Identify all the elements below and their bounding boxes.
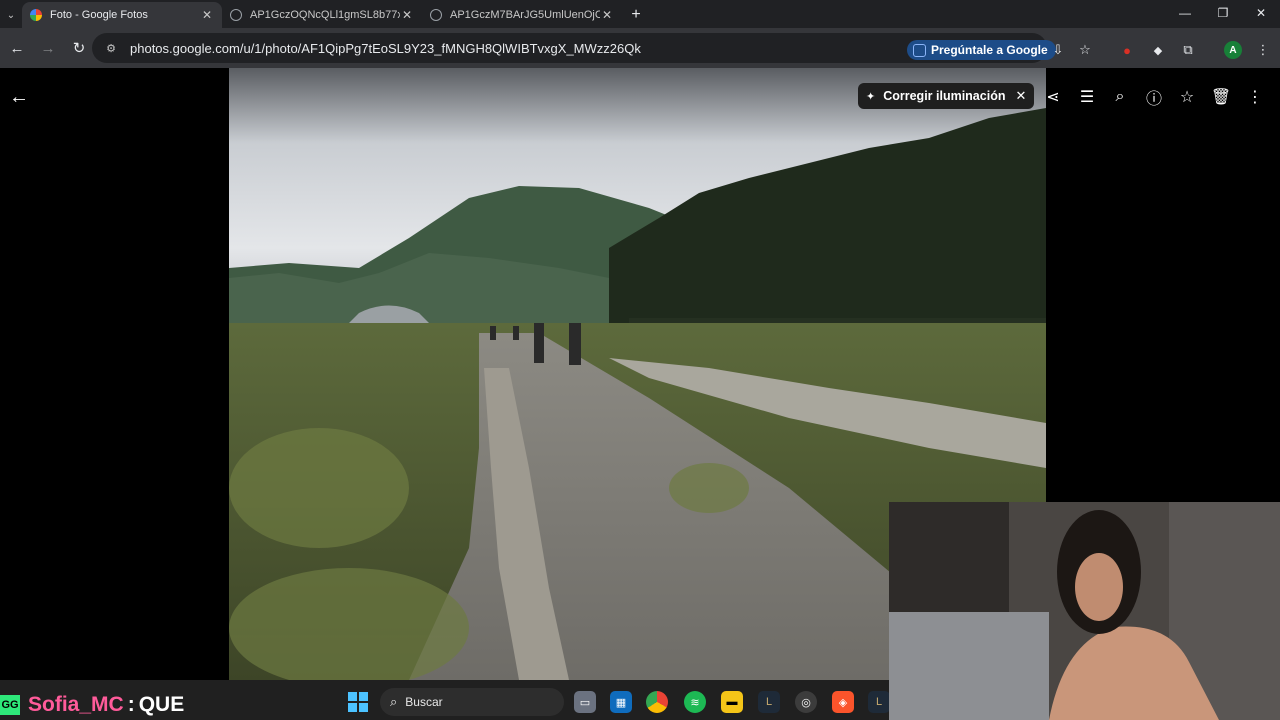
chat-overlay: GG Sofia_MC : QUE — [0, 690, 184, 720]
close-window-icon[interactable]: ✕ — [1242, 0, 1280, 26]
ask-google-label: Pregúntale a Google — [931, 43, 1048, 57]
site-info-icon[interactable]: ⚙ — [98, 42, 124, 55]
new-tab-button[interactable]: + — [622, 2, 650, 28]
spotify-icon[interactable]: ≋ — [684, 691, 706, 713]
dismiss-chip-icon[interactable]: ✕ — [1015, 88, 1026, 104]
chat-separator: : — [127, 693, 135, 716]
chat-message: QUE — [138, 693, 185, 716]
webcam-overlay — [889, 502, 1280, 720]
sparkle-icon: ✦ — [866, 90, 876, 103]
extension-red-icon[interactable]: ● — [1117, 40, 1137, 60]
address-bar[interactable]: ⚙ photos.google.com/u/1/photo/AF1QipPg7t… — [92, 33, 1047, 63]
favorite-star-icon[interactable]: ☆ — [1177, 87, 1197, 107]
window-controls: — ❐ ✕ — [1166, 0, 1280, 26]
globe-icon — [430, 9, 442, 21]
lens-icon — [913, 43, 926, 57]
chat-username: Sofia_MC — [28, 693, 124, 716]
back-button[interactable]: ← — [3, 34, 31, 62]
restore-icon[interactable]: ❐ — [1204, 0, 1242, 26]
trash-icon[interactable]: 🗑 — [1211, 87, 1231, 107]
reload-button[interactable]: ↻ — [65, 34, 93, 62]
windows-start-icon[interactable] — [348, 692, 368, 712]
extensions-puzzle-icon[interactable]: ⧉ — [1178, 40, 1198, 60]
file-explorer-icon[interactable]: ▬ — [721, 691, 743, 713]
taskbar-search-box[interactable]: ⌕ Buscar — [380, 688, 564, 716]
info-icon[interactable]: ⓘ — [1144, 87, 1164, 108]
obs-icon[interactable]: ◎ — [795, 691, 817, 713]
search-placeholder: Buscar — [405, 695, 443, 709]
tab-search-icon[interactable]: ⌄ — [0, 2, 22, 28]
task-view-icon[interactable]: ▭ — [574, 691, 596, 713]
league-client-icon[interactable]: L — [758, 691, 780, 713]
more-options-icon[interactable]: ⋮ — [1245, 87, 1265, 107]
tab-image-1[interactable]: AP1GczOQNcQLl1gmSL8b77xl ✕ — [222, 2, 422, 28]
chip-label: Corregir iluminación — [883, 89, 1006, 103]
league-game-icon[interactable]: L — [868, 691, 890, 713]
tab-title: AP1GczM7BArJG5UmlUenOjC — [450, 9, 600, 21]
extension-diamond-icon[interactable]: ◆ — [1148, 40, 1168, 60]
tab-title: Foto - Google Fotos — [50, 9, 148, 21]
tab-title: AP1GczOQNcQLl1gmSL8b77xl — [250, 9, 400, 21]
store-icon[interactable]: ▦ — [610, 691, 632, 713]
webcam-feed — [889, 502, 1280, 720]
close-tab-icon[interactable]: ✕ — [400, 8, 414, 22]
close-tab-icon[interactable]: ✕ — [600, 8, 614, 22]
browser-menu-icon[interactable]: ⋮ — [1253, 40, 1273, 60]
profile-avatar[interactable]: A — [1224, 41, 1242, 59]
ask-google-button[interactable]: Pregúntale a Google — [907, 40, 1056, 60]
globe-icon — [230, 9, 242, 21]
back-arrow-icon[interactable]: ← — [8, 86, 30, 108]
close-tab-icon[interactable]: ✕ — [200, 8, 214, 22]
fix-lighting-chip[interactable]: ✦ Corregir iluminación ✕ — [858, 83, 1035, 109]
google-photos-icon — [30, 9, 42, 21]
zoom-icon[interactable]: ⌕ — [1110, 87, 1130, 107]
forward-button[interactable]: → — [34, 34, 62, 62]
edit-icon[interactable]: ☰ — [1077, 87, 1097, 107]
search-icon: ⌕ — [390, 694, 398, 709]
chrome-icon[interactable] — [646, 691, 668, 713]
chat-badge-icon: GG — [0, 695, 20, 715]
tab-image-2[interactable]: AP1GczM7BArJG5UmlUenOjC ✕ — [422, 2, 622, 28]
share-icon[interactable]: ⋖ — [1043, 87, 1063, 107]
bookmark-star-icon[interactable]: ☆ — [1075, 40, 1095, 60]
install-app-icon[interactable]: ⇩ — [1048, 40, 1068, 60]
brave-icon[interactable]: ◈ — [832, 691, 854, 713]
url-text: photos.google.com/u/1/photo/AF1QipPg7tEo… — [130, 40, 641, 56]
tab-strip: ⌄ Foto - Google Fotos ✕ AP1GczOQNcQLl1gm… — [0, 0, 1280, 28]
tab-google-photos[interactable]: Foto - Google Fotos ✕ — [22, 2, 222, 28]
minimize-icon[interactable]: — — [1166, 0, 1204, 26]
